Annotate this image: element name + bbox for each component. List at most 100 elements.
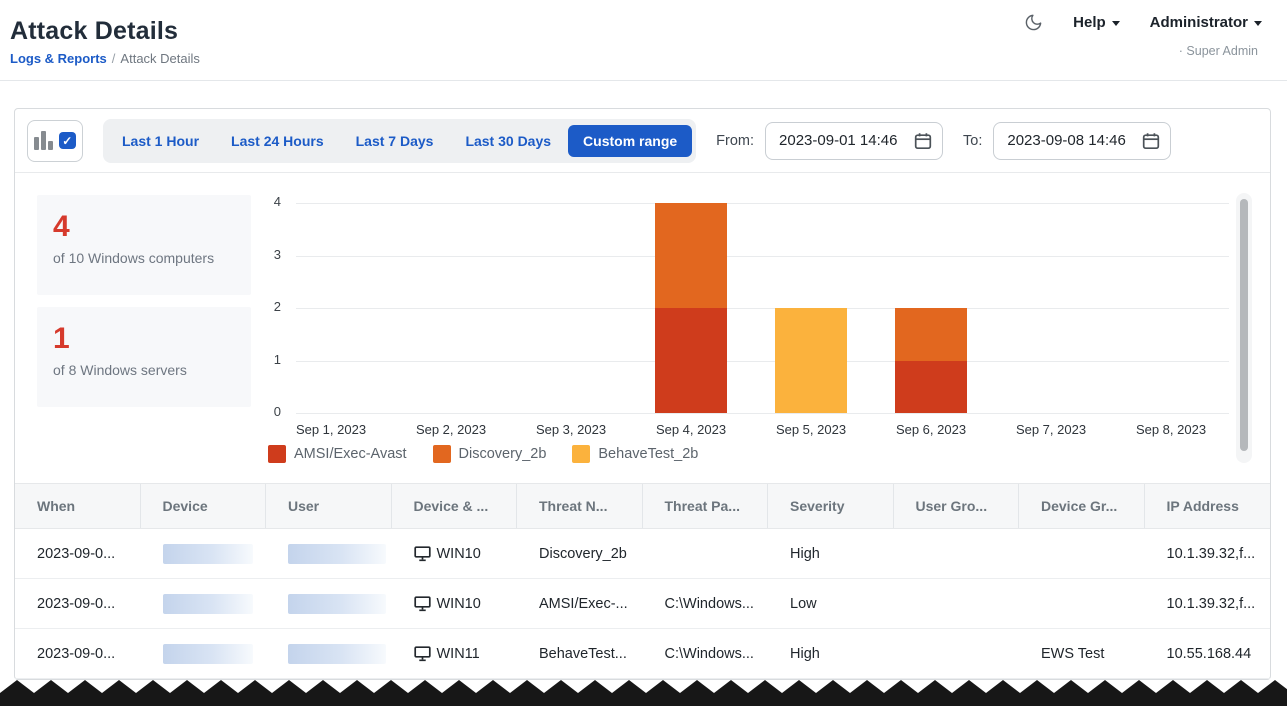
table-row[interactable]: 2023-09-0...WIN10Discovery_2bHigh10.1.39… (15, 529, 1270, 579)
y-axis-tick: 0 (251, 404, 281, 419)
column-header-device-gr[interactable]: Device Gr... (1019, 484, 1145, 528)
to-date-group: To: 2023-09-08 14:46 (963, 122, 1171, 160)
column-header-user-gro[interactable]: User Gro... (894, 484, 1020, 528)
column-header-ip-address[interactable]: IP Address (1145, 484, 1271, 528)
from-label: From: (716, 133, 754, 149)
gridline (296, 203, 1229, 204)
page-title: Attack Details (10, 17, 178, 46)
column-header-threat-n[interactable]: Threat N... (517, 484, 643, 528)
cell-severity: High (768, 529, 894, 578)
range-last-1-hour[interactable]: Last 1 Hour (107, 125, 214, 157)
calendar-icon[interactable] (914, 132, 932, 150)
bar-segment-behavetest-2b[interactable] (775, 308, 847, 413)
cell-user-group (894, 629, 1020, 678)
cell-device-type: WIN10 (392, 579, 518, 628)
calendar-icon[interactable] (1142, 132, 1160, 150)
bar-sep-6-2023[interactable] (895, 308, 967, 413)
from-date-value: 2023-09-01 14:46 (779, 132, 897, 149)
x-axis-label: Sep 4, 2023 (631, 422, 751, 437)
to-date-value: 2023-09-08 14:46 (1007, 132, 1125, 149)
filter-bar: Last 1 HourLast 24 HoursLast 7 DaysLast … (15, 109, 1270, 173)
column-header-user[interactable]: User (266, 484, 392, 528)
servers-affected-count: 1 (53, 323, 235, 355)
bar-sep-4-2023[interactable] (655, 203, 727, 413)
legend-swatch (433, 445, 451, 463)
legend-swatch (268, 445, 286, 463)
range-last-24-hours[interactable]: Last 24 Hours (216, 125, 339, 157)
device-type-label: WIN11 (437, 646, 480, 662)
monitor-icon (414, 646, 431, 662)
cell-device (141, 579, 267, 628)
bar-sep-5-2023[interactable] (775, 308, 847, 413)
servers-affected-label: of 8 Windows servers (53, 362, 235, 378)
chevron-down-icon (1112, 21, 1120, 26)
cell-threat-path: C:\Windows... (643, 629, 769, 678)
events-table-body: 2023-09-0... WIN10 Discovery_2b High 10.1.39… (15, 529, 1270, 679)
table-row[interactable]: 2023-09-0...WIN10AMSI/Exec-...C:\Windows… (15, 579, 1270, 629)
monitor-icon (414, 596, 431, 612)
bar-segment-amsi-exec-avast[interactable] (655, 308, 727, 413)
help-menu[interactable]: Help (1073, 14, 1120, 31)
cell-device (141, 529, 267, 578)
cell-device-group (1019, 529, 1145, 578)
cell-user-group (894, 529, 1020, 578)
column-header-device[interactable]: Device (141, 484, 267, 528)
device-type-label: WIN10 (437, 596, 481, 612)
account-role: · Super Admin (1179, 44, 1258, 58)
legend-discovery-2b[interactable]: Discovery_2b (433, 445, 547, 463)
legend-behavetest-2b[interactable]: BehaveTest_2b (572, 445, 698, 463)
from-date-input[interactable]: 2023-09-01 14:46 (765, 122, 943, 160)
computers-affected-label: of 10 Windows computers (53, 250, 235, 266)
bar-chart-icon (34, 131, 53, 150)
cell-ip-address: 10.1.39.32,f... (1145, 529, 1271, 578)
legend-label: BehaveTest_2b (598, 446, 698, 462)
dark-mode-moon-icon[interactable] (1024, 13, 1043, 32)
x-axis-label: Sep 6, 2023 (871, 422, 991, 437)
chart-scrollbar[interactable] (1236, 193, 1252, 463)
cell-threat-name: Discovery_2b (517, 529, 643, 578)
account-menu[interactable]: Administrator (1150, 14, 1262, 31)
chart-visibility-checkbox[interactable] (59, 132, 76, 149)
chart-legend: AMSI/Exec-Avast Discovery_2b BehaveTest_2b (268, 445, 698, 463)
cell-device-group: EWS Test (1019, 629, 1145, 678)
cell-user-group (894, 579, 1020, 628)
bar-segment-discovery-2b[interactable] (895, 308, 967, 361)
breadcrumb-logs-reports[interactable]: Logs & Reports (10, 51, 107, 66)
redacted-device (163, 644, 253, 664)
x-axis-label: Sep 2, 2023 (391, 422, 511, 437)
column-header-threat-pa[interactable]: Threat Pa... (643, 484, 769, 528)
legend-swatch (572, 445, 590, 463)
chart-toggle-button[interactable] (27, 120, 83, 162)
legend-amsi-exec-avast[interactable]: AMSI/Exec-Avast (268, 445, 407, 463)
chart-scrollbar-thumb[interactable] (1240, 199, 1248, 451)
gridline (296, 256, 1229, 257)
cell-device-group (1019, 579, 1145, 628)
cell-when: 2023-09-0... (15, 629, 141, 678)
cell-user (266, 529, 392, 578)
table-row[interactable]: 2023-09-0... WIN11 BehaveTest...C:\Windows… (15, 629, 1270, 679)
cell-threat-name: BehaveTest... (517, 629, 643, 678)
range-last-7-days[interactable]: Last 7 Days (341, 125, 449, 157)
to-date-input[interactable]: 2023-09-08 14:46 (993, 122, 1171, 160)
column-header-when[interactable]: When (15, 484, 141, 528)
bar-segment-discovery-2b[interactable] (655, 203, 727, 308)
gridline (296, 413, 1229, 414)
cell-user (266, 579, 392, 628)
events-table-header: WhenDeviceUserDevice & ...Threat N...Thr… (15, 483, 1270, 529)
column-header-severity[interactable]: Severity (768, 484, 894, 528)
range-custom-range[interactable]: Custom range (568, 125, 692, 157)
to-label: To: (963, 133, 982, 149)
account-menu-label: Administrator (1150, 14, 1248, 31)
torn-edge-decoration (0, 679, 1287, 706)
bar-segment-amsi-exec-avast[interactable] (895, 361, 967, 414)
column-header-device[interactable]: Device & ... (392, 484, 518, 528)
x-axis-label: Sep 7, 2023 (991, 422, 1111, 437)
breadcrumb-current: Attack Details (120, 51, 199, 66)
cell-severity: High (768, 629, 894, 678)
from-date-group: From: 2023-09-01 14:46 (716, 122, 943, 160)
range-last-30-days[interactable]: Last 30 Days (450, 125, 566, 157)
cell-device-type: WIN11 (392, 629, 518, 678)
legend-label: AMSI/Exec-Avast (294, 446, 407, 462)
device-type-label: WIN10 (437, 546, 481, 562)
redacted-user (288, 644, 386, 664)
